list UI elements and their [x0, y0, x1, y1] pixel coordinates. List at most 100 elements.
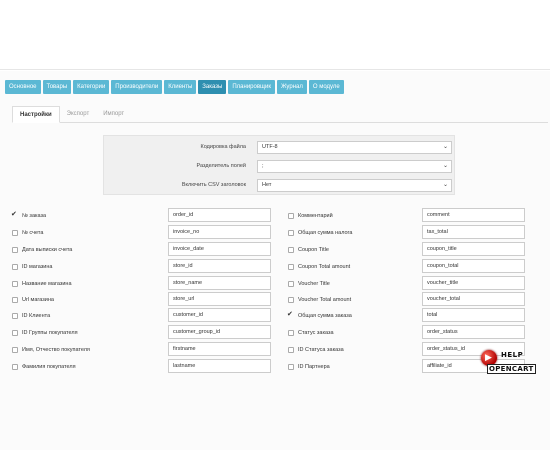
field-row: Дата выписки счета invoice_date	[12, 242, 272, 258]
field-row: Url магазина store_url	[12, 292, 272, 308]
field-label: Имя, Отчество покупателя	[22, 347, 90, 353]
chevron-down-icon: ⌄	[442, 182, 448, 188]
field-label: Название магазина	[22, 281, 72, 287]
tab-scheduler[interactable]: Планировщик	[228, 80, 275, 94]
field-checkbox[interactable]	[288, 247, 294, 253]
field-input[interactable]: customer_id	[168, 308, 271, 322]
encoding-select[interactable]: UTF-8 ⌄	[257, 141, 452, 154]
subtab-settings[interactable]: Настройки	[12, 106, 60, 123]
field-input[interactable]: firstname	[168, 342, 271, 356]
field-checkbox[interactable]	[288, 297, 294, 303]
main-tabs: Основное Товары Категории Производители …	[5, 80, 344, 94]
tab-products[interactable]: Товары	[42, 80, 72, 94]
tab-about[interactable]: О модуле	[308, 80, 344, 94]
field-input[interactable]: order_status	[422, 325, 525, 339]
delimiter-select[interactable]: ; ⌄	[257, 160, 452, 173]
sub-tabs: Настройки Экспорт Импорт	[12, 106, 548, 123]
field-label: Дата выписки счета	[22, 247, 73, 253]
tab-main[interactable]: Основное	[5, 80, 41, 94]
csv-header-label: Включить CSV заголовок	[181, 182, 246, 188]
field-row: Общая сумма налога tax_total	[288, 225, 548, 241]
setting-encoding: Кодировка файла UTF-8 ⌄	[104, 138, 456, 158]
tab-customers[interactable]: Клиенты	[164, 80, 197, 94]
settings-panel: Кодировка файла UTF-8 ⌄ Разделитель полей…	[103, 135, 455, 195]
field-label: № заказа	[22, 213, 47, 219]
field-row: Фамилия покупателя lastname	[12, 359, 272, 375]
field-label: Комментарий	[298, 213, 333, 219]
field-input[interactable]: invoice_no	[168, 225, 271, 239]
chevron-down-icon: ⌄	[442, 144, 448, 150]
field-row: Комментарий comment	[288, 208, 548, 224]
chevron-down-icon: ⌄	[442, 163, 448, 169]
field-checkbox[interactable]	[287, 310, 294, 319]
tab-orders[interactable]: Заказы	[198, 80, 227, 94]
field-input[interactable]: order_id	[168, 208, 271, 222]
field-checkbox[interactable]	[12, 330, 18, 336]
field-row: Общая сумма заказа total	[287, 308, 548, 324]
setting-delimiter: Разделитель полей ; ⌄	[104, 157, 456, 177]
field-row: ID Клиента customer_id	[12, 308, 272, 324]
tab-log[interactable]: Журнал	[276, 80, 307, 94]
field-checkbox[interactable]	[288, 330, 294, 336]
field-row: Статус заказа order_status	[288, 325, 548, 341]
field-input[interactable]: store_id	[168, 259, 271, 273]
field-checkbox[interactable]	[288, 347, 294, 353]
field-label: № счета	[22, 230, 44, 236]
top-header	[0, 0, 550, 70]
field-row: Voucher Title voucher_title	[288, 276, 548, 292]
field-checkbox[interactable]	[12, 313, 18, 319]
field-row: Coupon Total amount coupon_total	[288, 259, 548, 275]
field-input[interactable]: store_name	[168, 276, 271, 290]
field-label: Url магазина	[22, 297, 54, 303]
tab-categories[interactable]: Категории	[73, 80, 110, 94]
field-row: ID Группы покупателя customer_group_id	[12, 325, 272, 341]
field-input[interactable]: tax_total	[422, 225, 525, 239]
field-label: ID Партнера	[298, 364, 330, 370]
field-row: Coupon Title coupon_title	[288, 242, 548, 258]
field-checkbox[interactable]	[12, 230, 18, 236]
field-checkbox[interactable]	[288, 281, 294, 287]
csv-header-select[interactable]: Нет ⌄	[257, 179, 452, 192]
field-row: Имя, Отчество покупателя firstname	[12, 342, 272, 358]
field-input[interactable]: store_url	[168, 292, 271, 306]
logo-opencart-text: OPENCART	[487, 364, 536, 374]
field-label: Voucher Title	[298, 281, 330, 287]
field-label: ID Группы покупателя	[22, 330, 78, 336]
field-input[interactable]: total	[422, 308, 525, 322]
field-row: Название магазина store_name	[12, 276, 272, 292]
field-input[interactable]: customer_group_id	[168, 325, 271, 339]
field-checkbox[interactable]	[12, 264, 18, 270]
field-row: № счета invoice_no	[12, 225, 272, 241]
subtab-import[interactable]: Импорт	[96, 106, 131, 122]
subtab-export[interactable]: Экспорт	[60, 106, 97, 122]
field-checkbox[interactable]	[12, 247, 18, 253]
field-input[interactable]: comment	[422, 208, 525, 222]
field-checkbox[interactable]	[12, 364, 18, 370]
field-checkbox[interactable]	[288, 264, 294, 270]
encoding-label: Кодировка файла	[200, 144, 246, 150]
field-checkbox[interactable]	[12, 297, 18, 303]
setting-csv-header: Включить CSV заголовок Нет ⌄	[104, 176, 456, 196]
field-input[interactable]: lastname	[168, 359, 271, 373]
field-checkbox[interactable]	[288, 364, 294, 370]
field-label: Coupon Title	[298, 247, 329, 253]
field-input[interactable]: coupon_title	[422, 242, 525, 256]
field-row: Voucher Total amount voucher_total	[288, 292, 548, 308]
field-label: ID магазина	[22, 264, 53, 270]
field-input[interactable]: invoice_date	[168, 242, 271, 256]
delimiter-label: Разделитель полей	[196, 163, 246, 169]
field-input[interactable]: voucher_title	[422, 276, 525, 290]
field-label: Фамилия покупателя	[22, 364, 76, 370]
field-checkbox[interactable]	[12, 281, 18, 287]
field-input[interactable]: coupon_total	[422, 259, 525, 273]
field-checkbox[interactable]	[288, 230, 294, 236]
field-checkbox[interactable]	[11, 210, 18, 219]
field-label: ID Клиента	[22, 313, 51, 319]
field-label: Статус заказа	[298, 330, 334, 336]
logo-help-text: HELP	[501, 351, 524, 359]
field-label: ID Статуса заказа	[298, 347, 344, 353]
field-checkbox[interactable]	[12, 347, 18, 353]
field-input[interactable]: voucher_total	[422, 292, 525, 306]
field-checkbox[interactable]	[288, 213, 294, 219]
tab-manufacturers[interactable]: Производители	[111, 80, 163, 94]
